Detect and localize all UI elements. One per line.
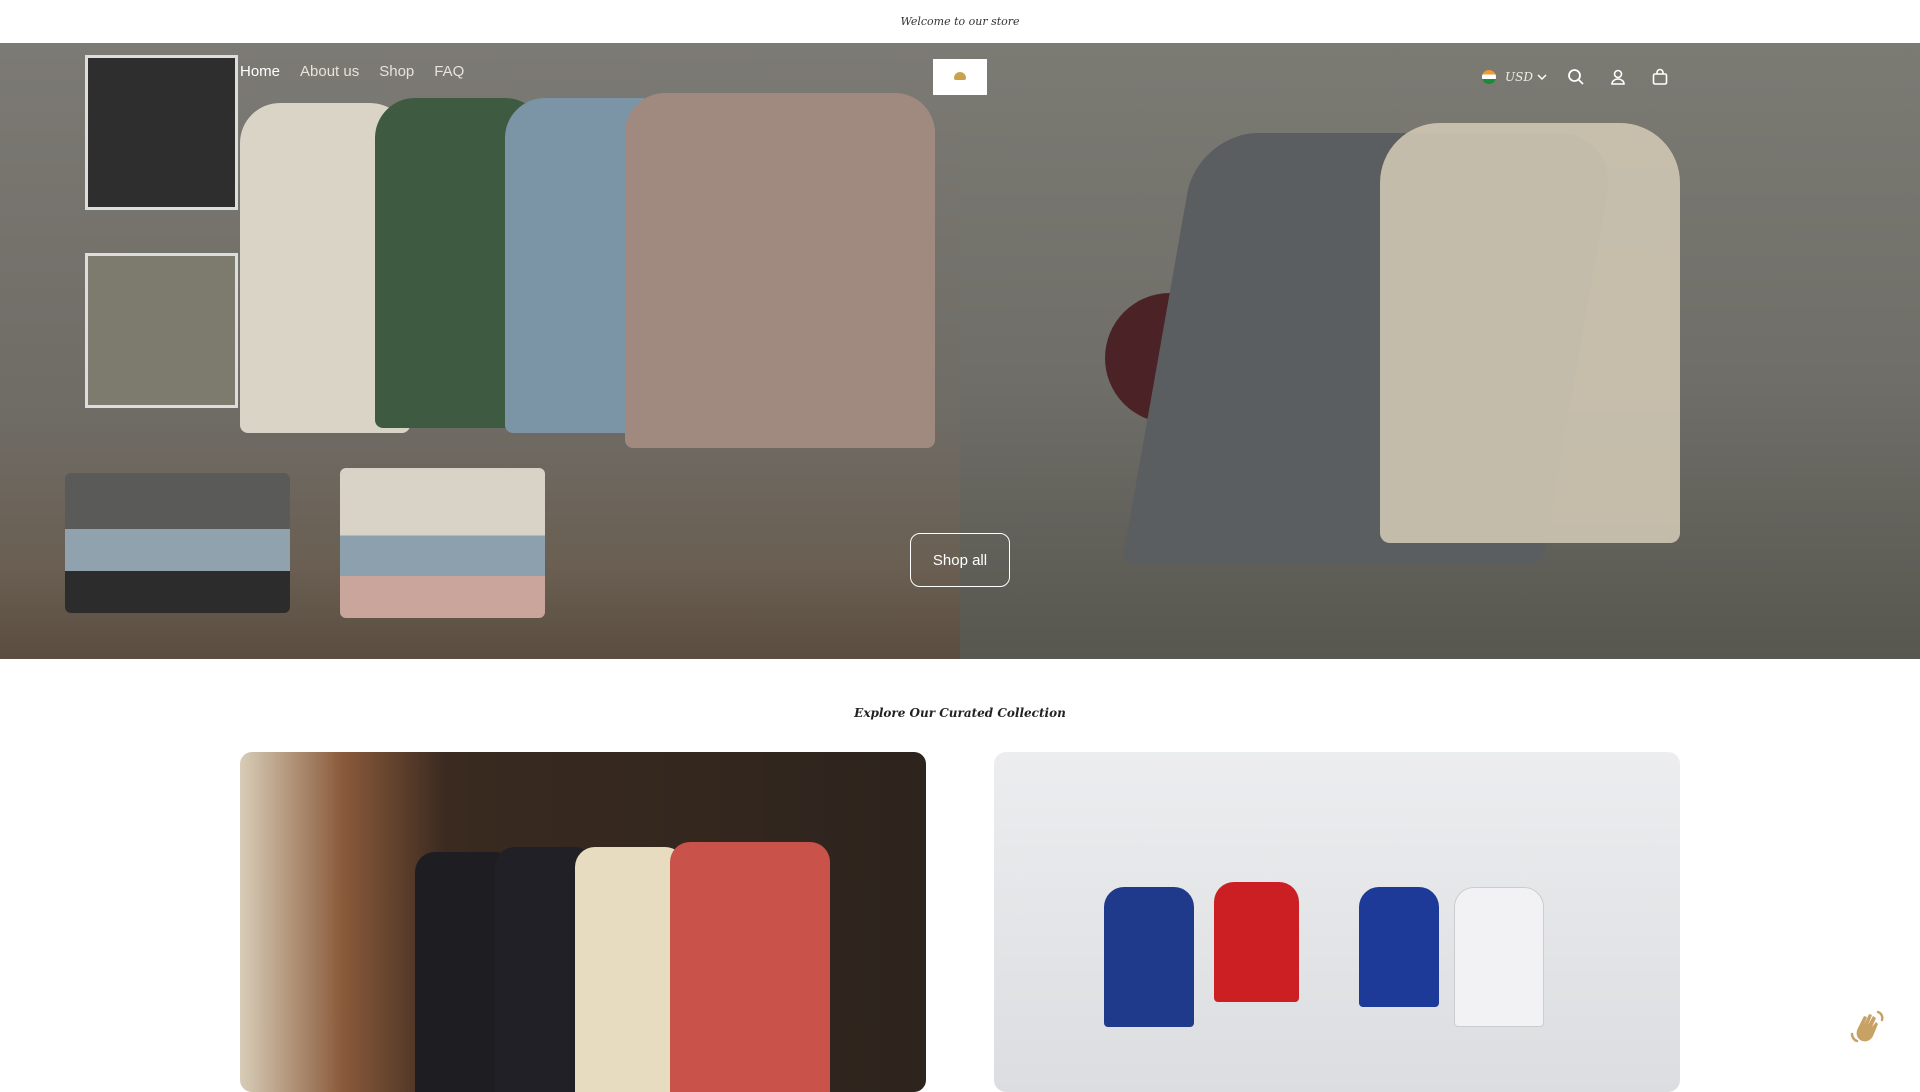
folded-shirts-stack <box>340 468 545 618</box>
tshirt-pink <box>625 93 935 448</box>
currency-label: USD <box>1505 70 1533 84</box>
announcement-text: Welcome to our store <box>900 15 1020 28</box>
search-icon[interactable] <box>1567 68 1585 86</box>
hero-image-right <box>960 43 1920 659</box>
jersey-white <box>1454 887 1544 1027</box>
main-nav: Home About us Shop FAQ <box>240 63 464 80</box>
jersey-blue <box>1104 887 1194 1027</box>
currency-selector[interactable]: USD <box>1482 70 1547 84</box>
shop-all-button[interactable]: Shop all <box>910 533 1010 587</box>
jersey-red <box>1214 882 1299 1002</box>
india-flag-icon <box>1482 70 1496 84</box>
tshirt-cream-draped <box>1380 123 1680 543</box>
hero-image-left <box>0 43 960 659</box>
fabric-swatch-dark <box>85 55 238 210</box>
chevron-down-icon <box>1537 73 1547 81</box>
hero-banner: Shop all <box>0 43 1920 659</box>
chat-widget-button[interactable] <box>1836 998 1898 1060</box>
collection-card-vintage-tees[interactable] <box>240 752 926 1092</box>
tshirt-california <box>575 847 685 1092</box>
folded-shirts-stack <box>65 473 290 613</box>
store-logo[interactable] <box>933 59 987 95</box>
logo-crest <box>954 72 966 80</box>
jersey-blue-2 <box>1359 887 1439 1007</box>
cart-icon[interactable] <box>1651 68 1669 86</box>
collection-card-football-jerseys[interactable] <box>994 752 1680 1092</box>
tshirt-iron-horse <box>670 842 830 1092</box>
announcement-bar: Welcome to our store <box>0 0 1920 43</box>
collection-heading: Explore Our Curated Collection <box>854 706 1066 720</box>
nav-home[interactable]: Home <box>240 63 280 80</box>
nav-shop[interactable]: Shop <box>379 63 414 80</box>
account-icon[interactable] <box>1609 68 1627 86</box>
fabric-swatch-grey <box>85 253 238 408</box>
header-tools: USD <box>1482 64 1669 90</box>
nav-about-us[interactable]: About us <box>300 63 359 80</box>
waving-hand-icon <box>1846 1006 1888 1053</box>
nav-faq[interactable]: FAQ <box>434 63 464 80</box>
